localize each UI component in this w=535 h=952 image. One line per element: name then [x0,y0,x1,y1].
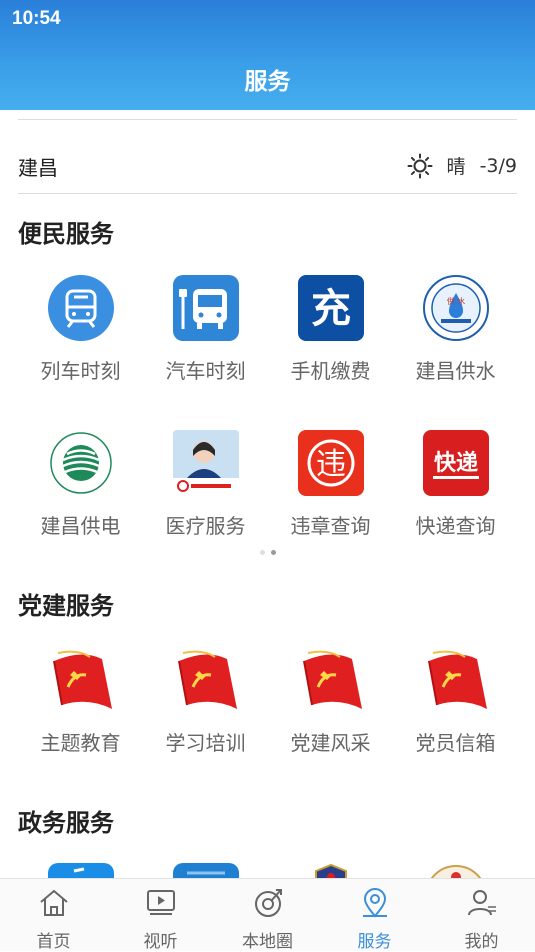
service-train-schedule[interactable]: 列车时刻 [18,275,143,395]
violation-icon: 违 [298,430,364,496]
local-circle-icon [255,889,282,917]
service-label: 手机缴费 [290,359,371,383]
tab-label: 首页 [36,932,71,952]
service-label: 建昌供电 [40,514,121,538]
video-icon [147,890,175,915]
tab-video[interactable]: 视听 [107,879,214,952]
user-icon [468,890,496,916]
tab-label: 我的 [464,932,499,952]
service-label: 违章查询 [290,514,371,538]
tab-label: 服务 [357,932,392,952]
state-grid-logo [50,432,112,494]
location-pin-icon [363,888,387,918]
page-dot [259,550,265,555]
status-time: 10:54 [12,8,61,29]
service-violation-query[interactable]: 违 违章查询 [268,430,393,550]
service-label: 主题教育 [40,731,121,755]
service-label: 党建风采 [290,731,371,755]
service-content[interactable]: 建昌 晴 -3/9 便民服务 列车时刻 汽车时刻 充 手机缴费 供 水 建昌供水… [0,110,535,878]
section-title-convenience: 便民服务 [18,220,114,248]
convenience-row-1: 列车时刻 汽车时刻 充 手机缴费 供 水 建昌供水 [0,275,535,395]
government-service-2[interactable] [143,863,268,878]
service-label: 快递查询 [415,514,496,538]
government-service-4[interactable] [393,863,518,878]
party-row: 主题教育 学习培训 党建风采 党员信箱 [0,647,535,767]
service-study-training[interactable]: 学习培训 [143,647,268,767]
tab-home[interactable]: 首页 [0,879,107,952]
government-service-icon [173,863,239,878]
page-title: 服务 [244,69,291,95]
police-badge-icon [315,863,347,878]
service-express-query[interactable]: 快递 快递查询 [393,430,518,550]
svg-text:快递: 快递 [434,450,478,476]
train-icon [48,275,114,341]
tab-mine[interactable]: 我的 [428,879,535,952]
bus-icon [173,275,239,341]
tab-label: 视听 [143,932,178,952]
weather-temperature: -3/9 [479,154,517,177]
service-member-mailbox[interactable]: 党员信箱 [393,647,518,767]
section-title-party: 党建服务 [18,592,114,620]
service-medical[interactable]: 医疗服务 [143,430,268,550]
government-service-3[interactable] [268,863,393,878]
tab-label: 本地圈 [242,932,293,952]
express-icon: 快递 [423,430,489,496]
government-service-1[interactable] [18,863,143,878]
service-party-style[interactable]: 党建风采 [268,647,393,767]
page-indicator [0,550,535,558]
service-bus-schedule[interactable]: 汽车时刻 [143,275,268,395]
svg-text:供 水: 供 水 [447,296,466,306]
party-flag-icon [303,650,362,709]
party-flag-icon [53,650,112,709]
weather-city: 建昌 [18,156,58,180]
service-theme-education[interactable]: 主题教育 [18,647,143,767]
service-label: 党员信箱 [415,731,496,755]
government-row-partial [0,863,535,878]
service-power-supply[interactable]: 建昌供电 [18,430,143,550]
service-water-supply[interactable]: 供 水 建昌供水 [393,275,518,395]
party-flag-icon [178,650,237,709]
section-title-government: 政务服务 [18,809,114,837]
svg-text:充: 充 [311,286,351,332]
svg-text:违: 违 [316,447,346,482]
weather-info: 晴 -3/9 [407,152,517,179]
convenience-row-2: 建昌供电 医疗服务 违 违章查询 快递 快递查询 [0,430,535,550]
sun-icon [407,153,433,178]
tab-service[interactable]: 服务 [321,879,428,952]
service-phone-recharge[interactable]: 充 手机缴费 [268,275,393,395]
party-flag-icon [428,650,487,709]
government-service-icon [48,863,114,878]
weather-condition: 晴 [446,156,466,178]
bottom-tab-bar: 首页 视听 本地圈 服务 我的 [0,878,535,952]
water-supply-logo: 供 水 [423,275,489,341]
divider [18,193,517,194]
divider [18,119,517,120]
tab-local-circle[interactable]: 本地圈 [214,879,321,952]
page-dot-active [270,550,276,555]
medical-service-image [173,430,239,496]
service-label: 学习培训 [165,731,246,755]
recharge-icon: 充 [298,275,364,341]
home-icon [40,889,68,916]
emblem-icon [430,865,482,878]
service-label: 列车时刻 [40,359,121,383]
service-label: 建昌供水 [415,359,496,383]
service-label: 医疗服务 [165,514,246,538]
service-label: 汽车时刻 [165,359,246,383]
app-header: 10:54 服务 [0,0,535,110]
